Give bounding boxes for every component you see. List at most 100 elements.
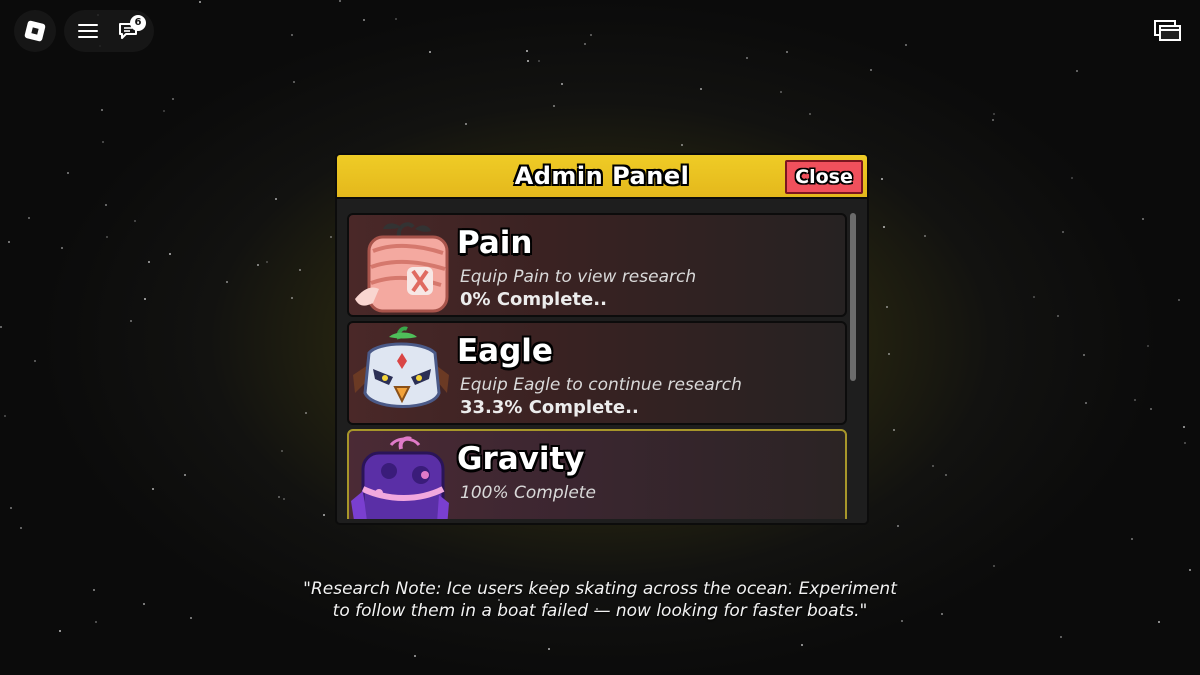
star bbox=[106, 236, 108, 238]
star bbox=[905, 44, 907, 46]
research-title: Gravity bbox=[457, 441, 585, 477]
hamburger-menu-icon[interactable] bbox=[78, 23, 98, 39]
star bbox=[143, 603, 145, 605]
star bbox=[888, 353, 890, 355]
star bbox=[275, 198, 277, 200]
star bbox=[786, 51, 788, 53]
star bbox=[257, 264, 259, 266]
research-progress: 0% Complete.. bbox=[460, 289, 607, 310]
star bbox=[992, 119, 994, 121]
star bbox=[305, 412, 307, 414]
star bbox=[105, 204, 107, 206]
star bbox=[809, 113, 811, 115]
research-title: Eagle bbox=[457, 333, 553, 369]
research-list[interactable]: Pain Equip Pain to view research 0% Comp… bbox=[347, 213, 847, 519]
star bbox=[266, 261, 268, 263]
eagle-fruit-icon bbox=[353, 326, 449, 408]
star bbox=[590, 34, 592, 36]
star bbox=[932, 465, 934, 467]
star bbox=[101, 109, 103, 111]
star bbox=[1033, 296, 1035, 298]
star bbox=[897, 525, 899, 527]
research-subtitle: Equip Eagle to continue research bbox=[460, 375, 742, 395]
panel-header: Admin Panel Close bbox=[337, 155, 867, 199]
star bbox=[548, 648, 550, 650]
star bbox=[95, 621, 97, 623]
star bbox=[993, 565, 995, 567]
star bbox=[184, 474, 186, 476]
star bbox=[526, 50, 528, 52]
star bbox=[283, 498, 285, 500]
star bbox=[339, 0, 341, 2]
star bbox=[102, 141, 104, 143]
star bbox=[28, 217, 30, 219]
star bbox=[1057, 315, 1059, 317]
star bbox=[67, 172, 69, 174]
star bbox=[61, 247, 63, 249]
research-card-pain[interactable]: Pain Equip Pain to view research 0% Comp… bbox=[347, 213, 847, 317]
star bbox=[1147, 345, 1149, 347]
research-card-eagle[interactable]: Eagle Equip Eagle to continue research 3… bbox=[347, 321, 847, 425]
star bbox=[152, 488, 154, 490]
star bbox=[1184, 442, 1186, 444]
star bbox=[130, 320, 132, 322]
research-list-scrollbar[interactable] bbox=[850, 213, 856, 381]
star bbox=[465, 123, 467, 125]
star bbox=[901, 620, 903, 622]
star bbox=[1083, 354, 1085, 356]
star bbox=[883, 226, 885, 228]
roblox-menu-button[interactable] bbox=[14, 10, 56, 52]
star bbox=[0, 326, 2, 328]
star bbox=[363, 19, 365, 21]
star bbox=[870, 69, 872, 71]
star bbox=[700, 88, 702, 90]
star bbox=[395, 18, 397, 20]
star bbox=[291, 297, 293, 299]
gravity-fruit-icon bbox=[351, 436, 449, 519]
star bbox=[1134, 399, 1136, 401]
research-note: "Research Note: Ice users keep skating a… bbox=[303, 579, 897, 621]
star bbox=[8, 241, 10, 243]
star bbox=[172, 98, 174, 100]
star bbox=[190, 617, 192, 619]
star bbox=[20, 527, 22, 529]
star bbox=[1076, 70, 1078, 72]
star bbox=[1178, 299, 1180, 301]
star bbox=[144, 298, 146, 300]
star bbox=[93, 589, 95, 591]
chat-notification-badge: 6 bbox=[130, 15, 146, 31]
star bbox=[893, 429, 895, 431]
star bbox=[1071, 177, 1073, 179]
close-button[interactable]: Close bbox=[785, 160, 863, 194]
star bbox=[291, 34, 293, 36]
screens-icon[interactable] bbox=[1154, 20, 1182, 42]
research-subtitle: 100% Complete bbox=[460, 483, 596, 503]
star bbox=[801, 644, 803, 646]
star bbox=[323, 514, 325, 516]
star bbox=[1085, 402, 1087, 404]
roblox-logo-icon bbox=[24, 20, 46, 42]
star bbox=[881, 178, 883, 180]
star bbox=[527, 60, 529, 62]
star bbox=[1189, 569, 1191, 571]
star bbox=[293, 81, 295, 83]
star bbox=[945, 474, 947, 476]
star bbox=[163, 110, 165, 112]
star bbox=[1060, 636, 1062, 638]
star bbox=[278, 496, 280, 498]
star bbox=[886, 306, 888, 308]
star bbox=[10, 507, 12, 509]
star bbox=[993, 113, 995, 115]
star bbox=[414, 655, 416, 657]
admin-panel: Admin Panel Close Pain Equip Pain to vie… bbox=[335, 153, 869, 525]
pain-fruit-icon bbox=[355, 222, 449, 313]
star bbox=[429, 51, 431, 53]
roblox-topbar-pill: 6 bbox=[64, 10, 154, 52]
star bbox=[299, 269, 301, 271]
star bbox=[1142, 218, 1144, 220]
star bbox=[553, 105, 555, 107]
research-card-gravity[interactable]: Gravity 100% Complete bbox=[347, 429, 847, 519]
star bbox=[1131, 538, 1133, 540]
star bbox=[148, 261, 150, 263]
star bbox=[924, 235, 926, 237]
